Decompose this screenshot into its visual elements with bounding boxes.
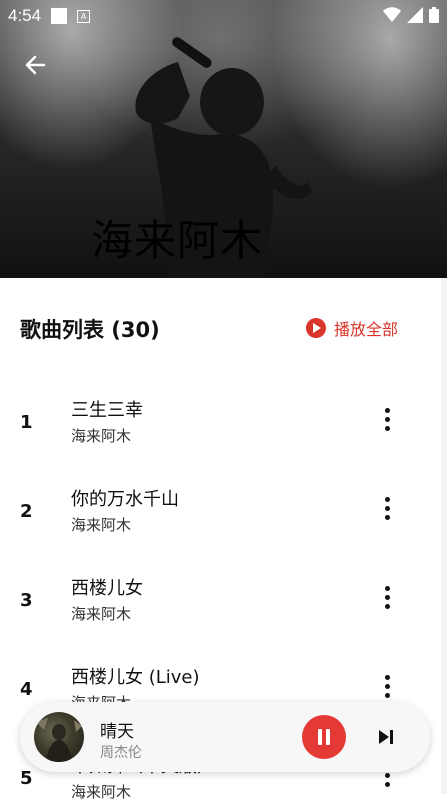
page-edge: [441, 278, 447, 794]
song-artist: 海来阿木: [71, 783, 132, 801]
battery-icon: [429, 7, 439, 23]
song-index: 4: [20, 679, 33, 700]
song-title: 你的万水千山: [71, 489, 179, 510]
status-bar: 4:54 A: [0, 0, 447, 32]
more-vert-icon[interactable]: [380, 408, 394, 434]
play-all-label: 播放全部: [334, 320, 399, 339]
play-all-button[interactable]: 播放全部: [306, 316, 398, 340]
artist-hero: 4:54 A 海来阿木: [0, 0, 447, 278]
status-time: 4:54: [8, 6, 42, 25]
song-index: 1: [20, 412, 33, 433]
song-index: 2: [20, 501, 33, 522]
back-arrow-icon[interactable]: [20, 50, 50, 80]
song-index: 3: [20, 590, 33, 611]
song-row[interactable]: 1 三生三幸 海来阿木: [0, 392, 441, 452]
pause-button[interactable]: [302, 715, 346, 759]
song-artist: 海来阿木: [71, 516, 132, 534]
now-playing-artist: 周杰伦: [100, 745, 142, 761]
song-title: 西楼儿女: [71, 578, 143, 599]
song-title: 西楼儿女 (Live): [71, 667, 200, 688]
artist-name-title: 海来阿木: [91, 216, 264, 265]
song-index: 5: [20, 768, 33, 789]
song-row[interactable]: 2 你的万水千山 海来阿木: [0, 481, 441, 541]
song-title: 三生三幸: [71, 400, 143, 421]
more-vert-icon[interactable]: [380, 586, 394, 612]
skip-next-icon[interactable]: [376, 727, 396, 747]
notification-a-icon: A: [77, 9, 91, 23]
notification-square-icon: [51, 8, 68, 24]
album-cover: [34, 712, 84, 762]
status-icons: [383, 7, 439, 23]
more-vert-icon[interactable]: [380, 497, 394, 523]
song-list-title: 歌曲列表 (30): [20, 318, 160, 342]
mini-player[interactable]: 晴天 周杰伦: [20, 702, 430, 772]
wifi-icon: [383, 7, 401, 22]
song-artist: 海来阿木: [71, 427, 132, 445]
song-artist: 海来阿木: [71, 605, 132, 623]
play-circle-icon: [306, 318, 326, 338]
now-playing-title: 晴天: [100, 722, 134, 742]
song-row[interactable]: 3 西楼儿女 海来阿木: [0, 570, 441, 630]
more-vert-icon[interactable]: [380, 675, 394, 701]
signal-icon: [407, 7, 423, 23]
